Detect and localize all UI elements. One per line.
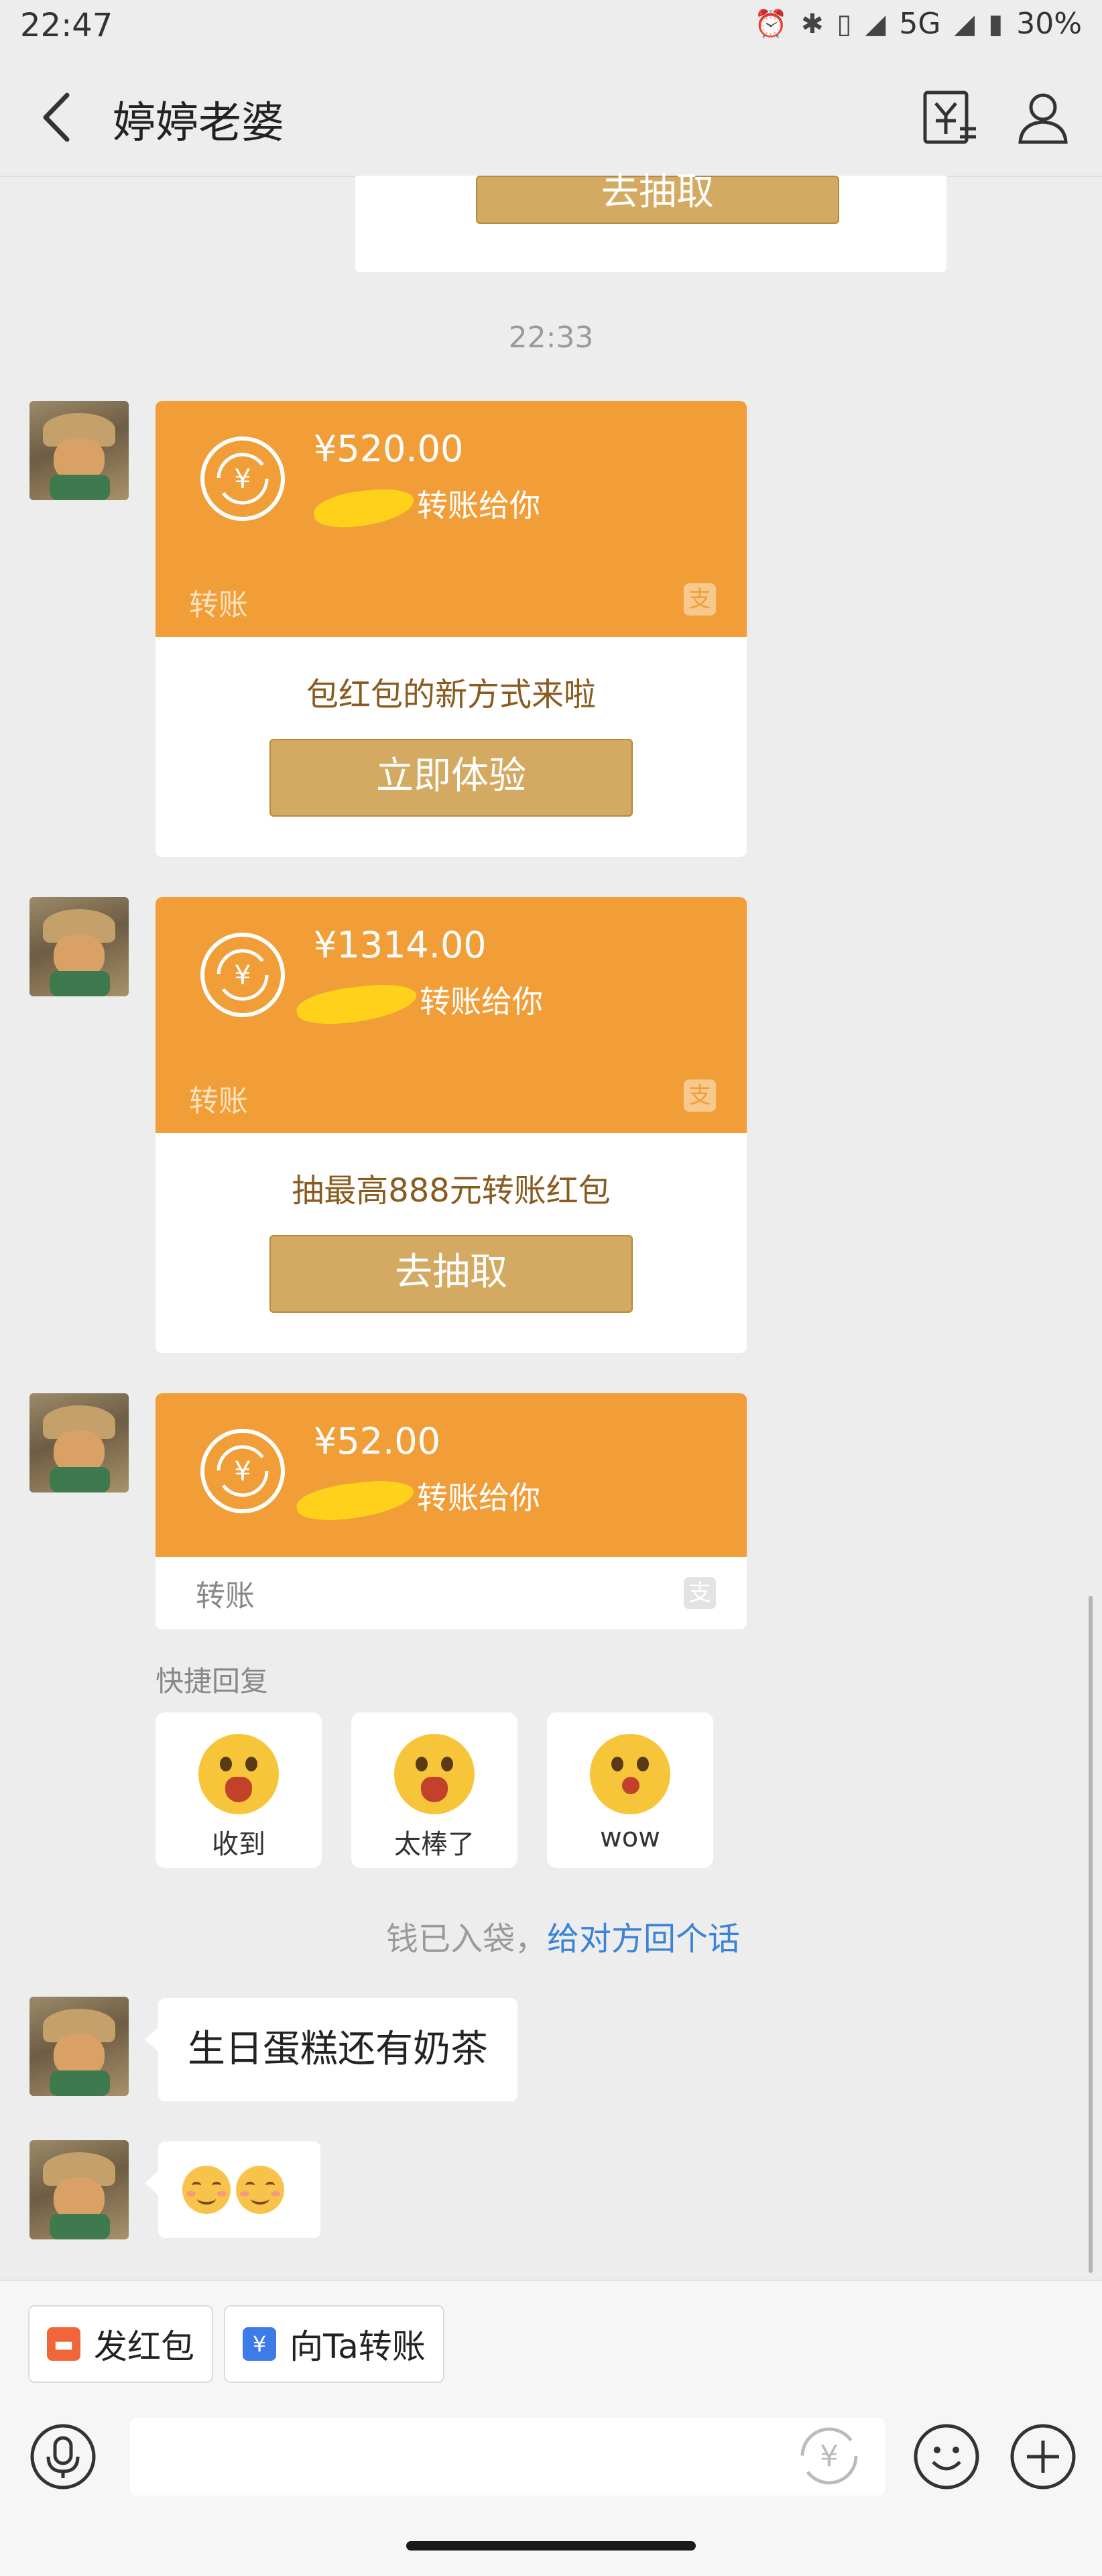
transfer-yuan-icon: ¥	[200, 436, 285, 521]
transfer-yuan-icon: ¥	[200, 1429, 285, 1513]
message-input[interactable]	[130, 2418, 885, 2496]
chat-title: 婷婷老婆	[113, 99, 284, 148]
bluetooth-icon: ✱	[801, 8, 824, 40]
avatar[interactable]	[29, 401, 129, 500]
profile-icon[interactable]	[1014, 87, 1074, 148]
ok-emoji-icon	[198, 1734, 279, 1814]
quick-transfer-icon[interactable]: ¥	[798, 2424, 861, 2487]
transfer-card[interactable]: ¥ ¥52.00 转账给你 转账 支	[156, 1393, 747, 1629]
transfer-card[interactable]: ¥ ¥520.00 转账给你 转账 支 包红包的新方式来啦 立即体验	[156, 401, 747, 857]
quick-reply-wow[interactable]: wow	[547, 1712, 713, 1868]
cheering-emoji-icon	[394, 1734, 475, 1814]
transfer-header: ¥ ¥52.00 转账给你	[156, 1393, 747, 1557]
surprised-emoji-icon	[590, 1734, 670, 1814]
quick-reply-received[interactable]: 收到	[156, 1712, 322, 1868]
text-message[interactable]: 生日蛋糕还有奶茶	[145, 1998, 517, 2101]
status-time: 22:47	[20, 7, 113, 44]
transfer-label: 转账	[196, 1579, 255, 1613]
network-label: 5G	[899, 7, 941, 41]
svg-text:¥: ¥	[820, 2439, 839, 2473]
redaction-mark	[294, 1476, 416, 1524]
alarm-icon: ⏰	[754, 9, 788, 40]
alipay-icon: 支	[684, 583, 716, 616]
reply-link[interactable]: 给对方回个话	[547, 1920, 740, 1958]
battery-percent: 30%	[1016, 7, 1082, 41]
avatar[interactable]	[29, 1997, 129, 2096]
try-now-button[interactable]: 立即体验	[269, 739, 633, 817]
alipay-icon: 支	[684, 1577, 716, 1609]
home-indicator[interactable]	[406, 2541, 696, 2551]
svg-text:¥: ¥	[234, 1456, 251, 1487]
promo-text: 抽最高888元转账红包	[292, 1172, 611, 1210]
transfer-label: 转账	[189, 588, 248, 622]
redaction-mark	[312, 485, 416, 531]
chat-header: 婷婷老婆	[0, 60, 1102, 177]
emoji-message[interactable]	[145, 2142, 320, 2238]
emoji-icon[interactable]	[912, 2422, 981, 2492]
quick-reply-title: 快捷回复	[156, 1665, 269, 1698]
smile-emoji-icon	[182, 2166, 231, 2214]
transfer-amount: ¥1314.00	[314, 924, 487, 966]
svg-text:¥: ¥	[234, 960, 251, 991]
bill-icon[interactable]	[920, 87, 980, 148]
transfer-label: 转账	[189, 1084, 248, 1118]
draw-button[interactable]: 去抽取	[269, 1235, 633, 1313]
previous-transfer-card: 去抽取	[355, 174, 946, 272]
transfer-sender: 转账给你	[294, 978, 543, 1028]
voice-icon[interactable]	[28, 2422, 98, 2492]
back-arrow-icon[interactable]	[32, 87, 86, 148]
transfer-amount: ¥52.00	[314, 1420, 440, 1462]
transfer-amount: ¥520.00	[314, 428, 464, 470]
red-packet-icon: ▬	[47, 2327, 80, 2361]
signal-icon: ◢	[865, 8, 886, 40]
draw-button-top[interactable]: 去抽取	[476, 174, 839, 224]
avatar[interactable]	[29, 2140, 129, 2239]
message-timestamp: 22:33	[508, 320, 594, 355]
signal-icon-2: ◢	[954, 8, 975, 40]
svg-text:¥: ¥	[234, 464, 251, 495]
transfer-header: ¥ ¥520.00 转账给你 转账 支	[156, 401, 747, 637]
money-notice: 钱已入袋，给对方回个话	[385, 1920, 740, 1958]
transfer-card[interactable]: ¥ ¥1314.00 转账给你 转账 支 抽最高888元转账红包 去抽取	[156, 897, 747, 1353]
scrollbar[interactable]	[1089, 1596, 1093, 2273]
transfer-icon: ¥	[243, 2327, 276, 2361]
alipay-icon: 支	[684, 1079, 716, 1112]
avatar[interactable]	[29, 897, 129, 996]
send-red-packet-button[interactable]: ▬ 发红包	[28, 2305, 213, 2383]
vibrate-icon: ▯	[837, 8, 852, 40]
redaction-mark	[294, 980, 419, 1028]
battery-icon: ▮	[988, 8, 1003, 40]
avatar[interactable]	[29, 1393, 129, 1492]
promo-text: 包红包的新方式来啦	[306, 676, 596, 713]
plus-icon[interactable]	[1008, 2422, 1078, 2492]
transfer-to-ta-button[interactable]: ¥ 向Ta转账	[224, 2305, 444, 2383]
status-icons: ⏰ ✱ ▯ ◢ 5G ◢ ▮ 30%	[754, 7, 1082, 41]
transfer-yuan-icon: ¥	[200, 933, 285, 1017]
input-bar: ¥	[0, 2400, 1102, 2508]
smile-emoji-icon	[236, 2166, 284, 2214]
transfer-sender: 转账给你	[294, 1474, 540, 1524]
transfer-header: ¥ ¥1314.00 转账给你 转账 支	[156, 897, 747, 1133]
quick-reply-great[interactable]: 太棒了	[351, 1712, 517, 1868]
status-bar: 22:47 ⏰ ✱ ▯ ◢ 5G ◢ ▮ 30%	[0, 0, 1102, 60]
transfer-sender: 转账给你	[312, 481, 540, 531]
